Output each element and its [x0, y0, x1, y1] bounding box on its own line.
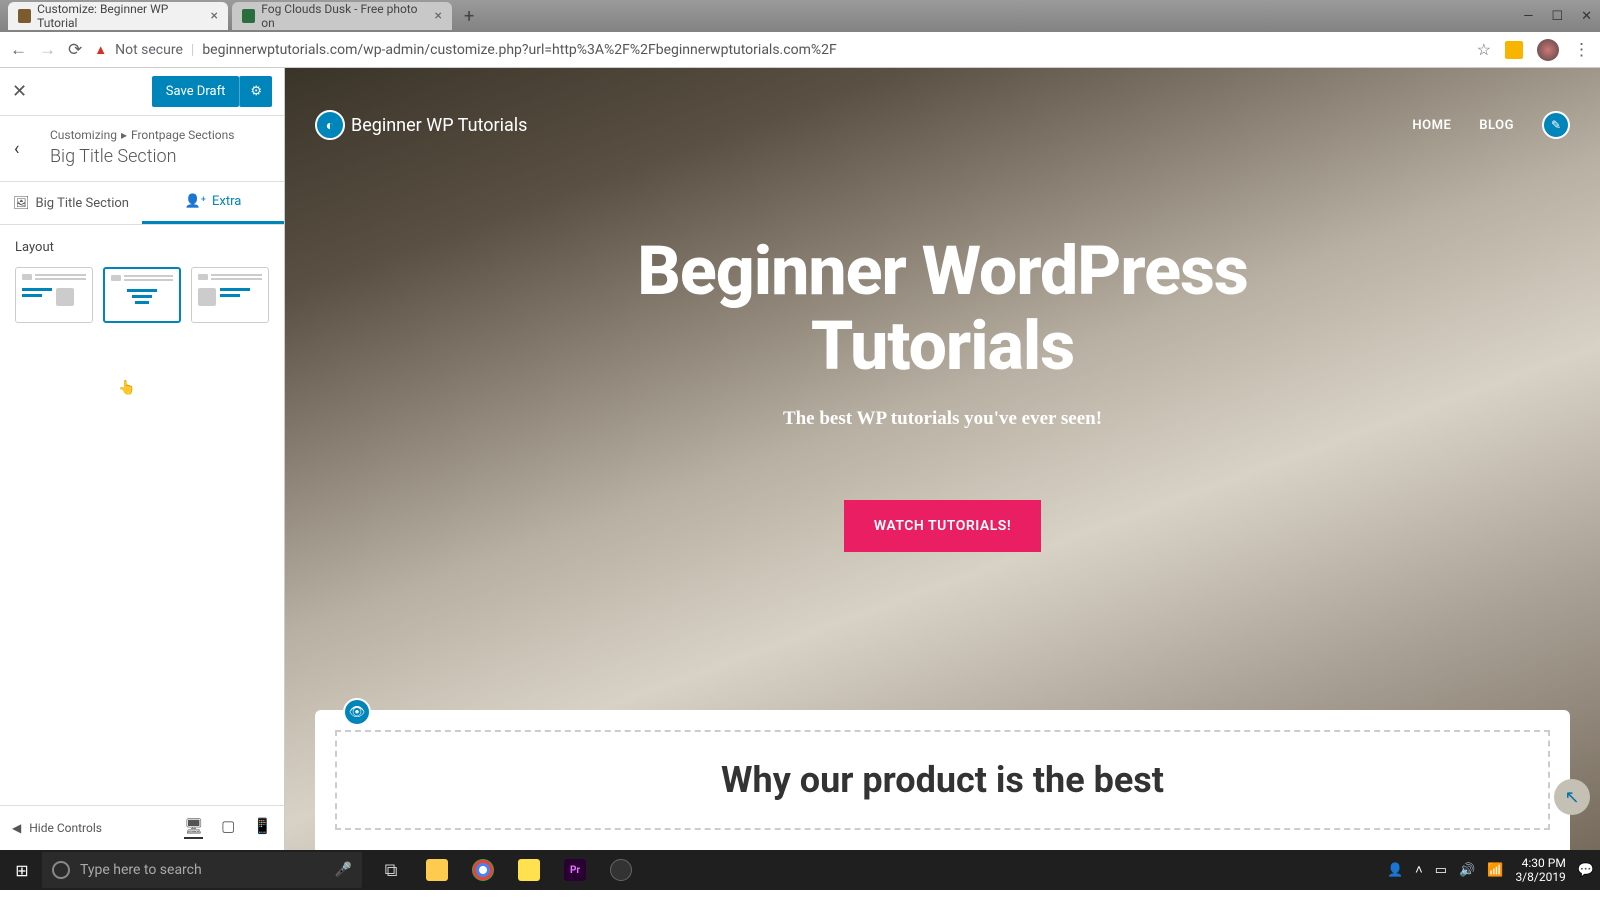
tablet-preview-icon[interactable]: ▢: [221, 817, 235, 839]
close-icon[interactable]: ×: [211, 8, 218, 24]
back-icon[interactable]: ←: [10, 40, 27, 60]
tray-chevron-icon[interactable]: ˄: [1415, 862, 1423, 878]
tab-title: Fog Clouds Dusk - Free photo on: [261, 2, 424, 30]
close-icon[interactable]: ×: [435, 8, 442, 24]
chrome-icon[interactable]: [460, 850, 506, 890]
close-customizer-icon[interactable]: ✕: [12, 81, 27, 102]
favicon-icon: [18, 9, 31, 23]
layout-option-left[interactable]: [15, 267, 93, 323]
section2-title: Why our product is the best: [721, 759, 1164, 801]
url-text: beginnerwptutorials.com/wp-admin/customi…: [202, 42, 836, 58]
publish-settings-button[interactable]: ⚙: [239, 76, 272, 107]
taskbar-search[interactable]: Type here to search 🎤: [42, 852, 362, 888]
cortana-icon: [52, 861, 70, 879]
desktop-preview-icon[interactable]: 🖥: [184, 817, 203, 839]
layout-label: Layout: [15, 240, 269, 255]
security-status: Not secure: [115, 42, 183, 58]
start-button[interactable]: ⊞: [2, 850, 42, 890]
profile-avatar[interactable]: [1537, 39, 1559, 61]
mic-icon[interactable]: 🎤: [335, 862, 352, 878]
about-section: 👁 Why our product is the best: [315, 710, 1570, 850]
minimize-icon[interactable]: —: [1523, 9, 1533, 24]
forward-icon[interactable]: →: [39, 40, 56, 60]
notifications-icon[interactable]: 💬: [1578, 863, 1594, 878]
bookmark-icon[interactable]: ☆: [1477, 40, 1491, 59]
search-placeholder: Type here to search: [80, 862, 202, 878]
back-section-icon[interactable]: ‹: [14, 138, 19, 159]
customizer-sidebar: ✕ Save Draft ⚙ ‹ Customizing▸Frontpage S…: [0, 68, 285, 850]
save-draft-button[interactable]: Save Draft: [152, 76, 240, 107]
site-preview: ◐ Beginner WP Tutorials HOME BLOG ✎ Begi…: [285, 68, 1600, 850]
warning-icon: ▲: [94, 42, 107, 58]
user-plus-icon: 👤⁺: [185, 194, 206, 209]
file-explorer-icon[interactable]: [414, 850, 460, 890]
wifi-icon[interactable]: 📶: [1487, 863, 1503, 878]
windows-taskbar: ⊞ Type here to search 🎤 ⧉ Pr 👤 ˄ ▭ 🔊 📶 4…: [0, 850, 1600, 890]
mobile-preview-icon[interactable]: 📱: [253, 817, 272, 839]
close-window-icon[interactable]: ✕: [1581, 9, 1592, 24]
url-field[interactable]: ▲ Not secure | beginnerwptutorials.com/w…: [94, 42, 1464, 58]
clock[interactable]: 4:30 PM 3/8/2019: [1515, 856, 1565, 885]
battery-icon[interactable]: ▭: [1435, 863, 1447, 878]
layout-option-center[interactable]: [103, 267, 181, 323]
scroll-top-button[interactable]: ↖: [1554, 779, 1590, 815]
address-bar: ← → ⟳ ▲ Not secure | beginnerwptutorials…: [0, 32, 1600, 68]
browser-tab-active[interactable]: Customize: Beginner WP Tutorial ×: [8, 2, 228, 30]
browser-tab-strip: Customize: Beginner WP Tutorial × Fog Cl…: [0, 0, 1600, 32]
hero-title: Beginner WordPress Tutorials: [637, 234, 1248, 384]
visibility-toggle-icon[interactable]: 👁: [343, 698, 371, 726]
browser-tab[interactable]: Fog Clouds Dusk - Free photo on ×: [232, 2, 452, 30]
volume-icon[interactable]: 🔊: [1459, 863, 1475, 878]
tab-extra[interactable]: 👤⁺ Extra: [142, 182, 284, 224]
image-icon: 🖼: [13, 196, 30, 211]
new-tab-button[interactable]: +: [464, 6, 474, 27]
reload-icon[interactable]: ⟳: [68, 40, 82, 60]
extension-icon[interactable]: [1505, 41, 1523, 59]
favicon-icon: [242, 9, 255, 23]
breadcrumb: Customizing▸Frontpage Sections: [50, 128, 269, 142]
collapse-icon: ◀: [12, 821, 21, 835]
layout-option-right[interactable]: [191, 267, 269, 323]
premiere-icon[interactable]: Pr: [552, 850, 598, 890]
hide-controls-button[interactable]: ◀ Hide Controls: [12, 821, 102, 835]
notes-icon[interactable]: [506, 850, 552, 890]
maximize-icon[interactable]: ☐: [1551, 9, 1563, 24]
tab-title: Customize: Beginner WP Tutorial: [37, 2, 200, 30]
hero-subtitle: The best WP tutorials you've ever seen!: [783, 408, 1102, 430]
menu-icon[interactable]: ⋮: [1573, 40, 1590, 60]
tab-big-title[interactable]: 🖼 Big Title Section: [0, 182, 142, 224]
hero-cta-button[interactable]: WATCH TUTORIALS!: [844, 500, 1041, 552]
task-view-icon[interactable]: ⧉: [368, 850, 414, 890]
obs-icon[interactable]: [598, 850, 644, 890]
people-icon[interactable]: 👤: [1387, 863, 1403, 878]
section-title: Big Title Section: [50, 146, 269, 167]
